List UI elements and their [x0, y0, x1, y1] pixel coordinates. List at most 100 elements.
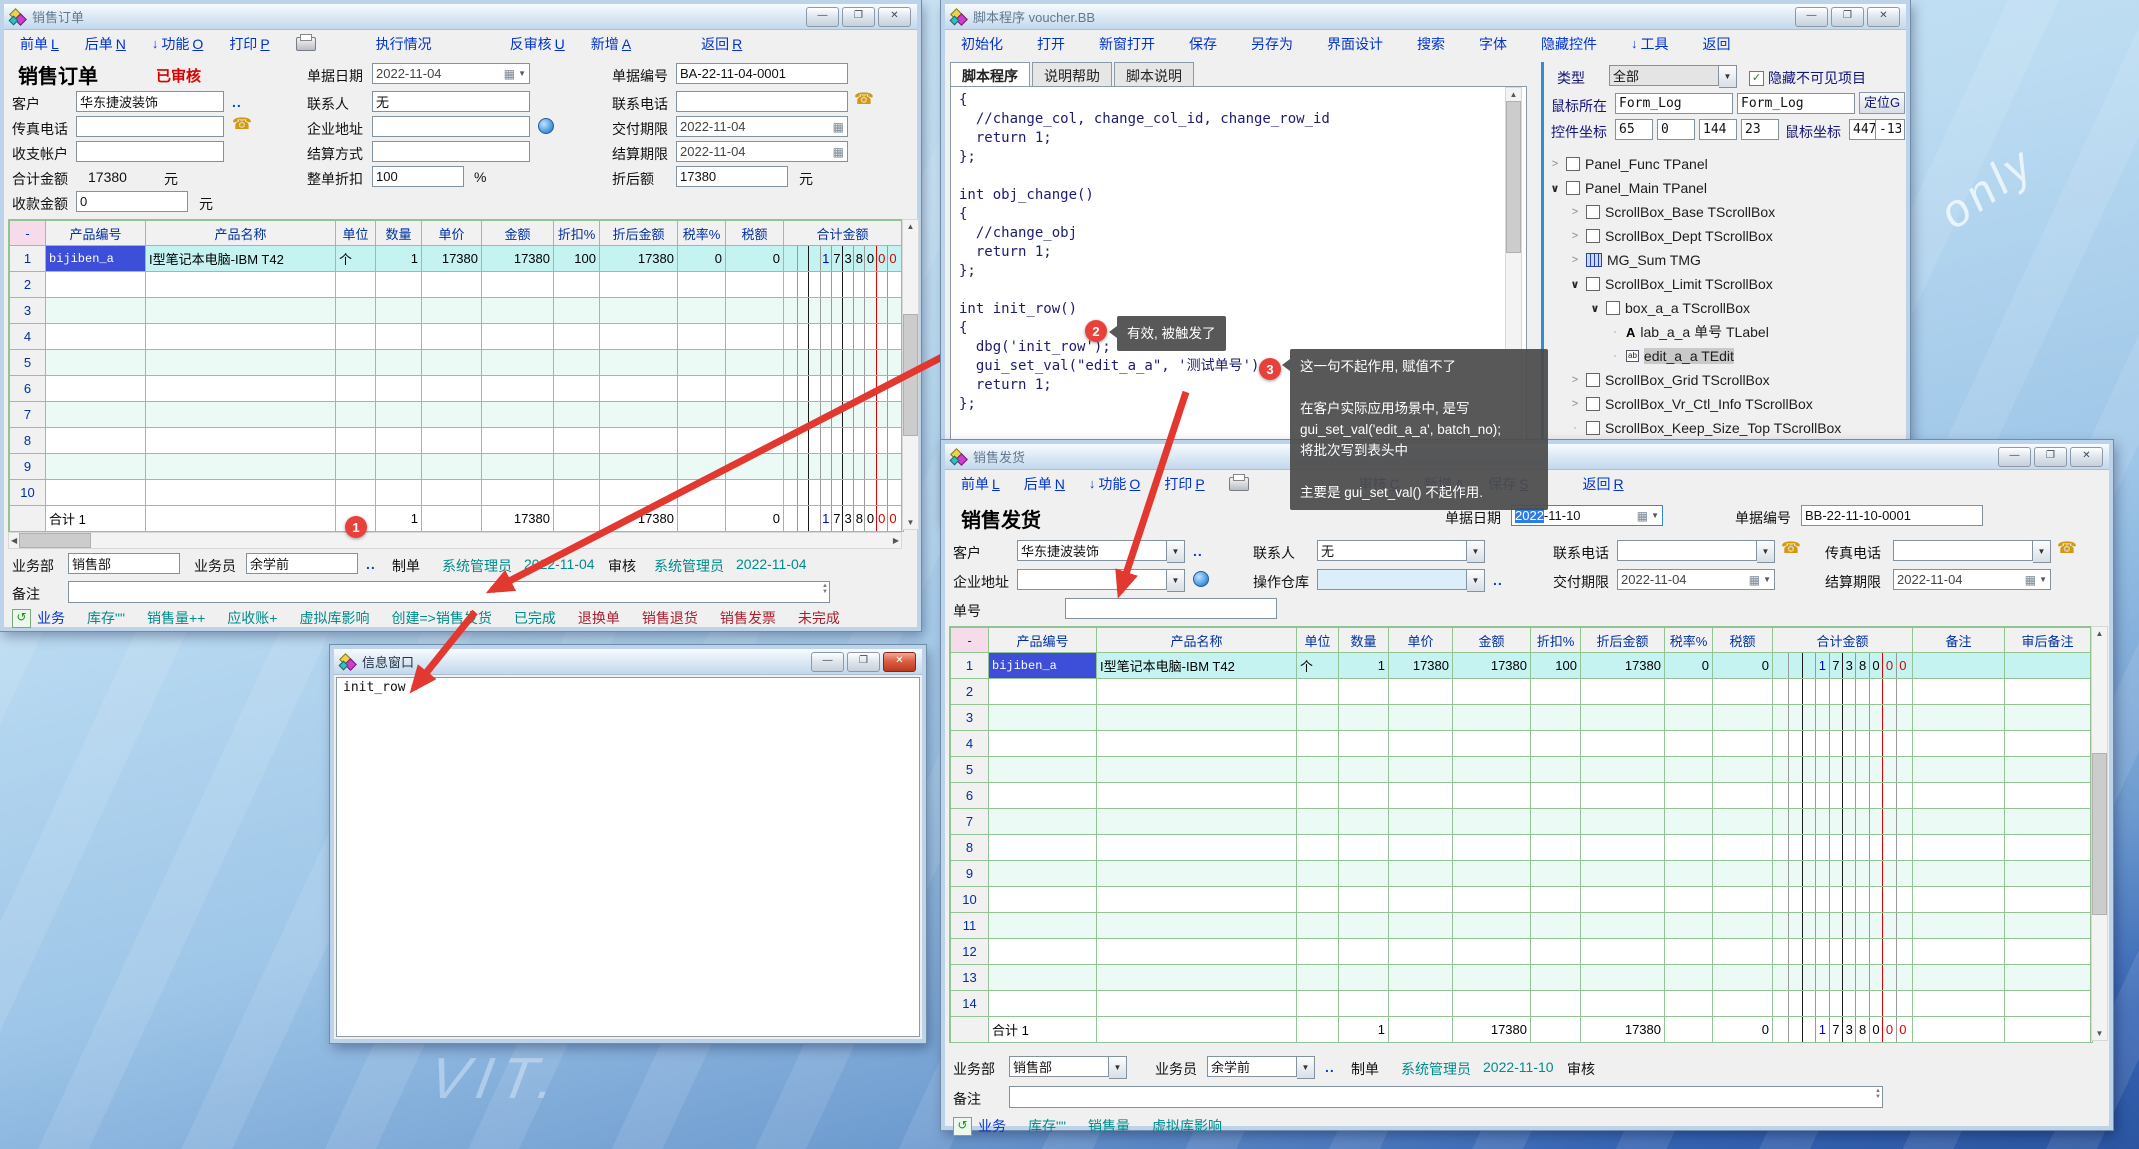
grid-cell[interactable]: 12 [951, 939, 989, 965]
grid-cell[interactable] [376, 454, 422, 480]
grid-cell[interactable] [1665, 913, 1713, 939]
grid-cell[interactable]: 100 [1531, 653, 1581, 679]
maximize-button[interactable]: ❐ [842, 7, 875, 27]
grid-cell[interactable] [422, 402, 482, 428]
grid-cell[interactable] [1531, 887, 1581, 913]
grid-cell[interactable] [1339, 991, 1389, 1017]
grid-cell[interactable] [784, 428, 902, 454]
grid-vertical-scrollbar[interactable]: ▲ ▼ [2091, 626, 2108, 1041]
toolbar-item[interactable]: 搜索 [1417, 34, 1445, 54]
grid-cell[interactable] [1339, 887, 1389, 913]
grid-cell[interactable]: 1 [951, 653, 989, 679]
message-area[interactable]: init_row [336, 677, 920, 1037]
grid-cell[interactable] [678, 480, 726, 506]
grid-cell[interactable] [482, 272, 554, 298]
coord-y[interactable] [1657, 119, 1695, 140]
grid-cell[interactable] [1773, 861, 1913, 887]
grid-cell[interactable] [1453, 679, 1531, 705]
grid-cell[interactable] [1913, 991, 2005, 1017]
tree-item[interactable]: >ScrollBox_Grid TScrollBox [1547, 368, 1907, 392]
grid-cell[interactable] [1713, 887, 1773, 913]
grid-cell[interactable] [1665, 731, 1713, 757]
grid-cell[interactable] [1453, 783, 1531, 809]
chevron-down-icon[interactable]: ▼ [1467, 540, 1485, 563]
grid-cell[interactable] [1339, 731, 1389, 757]
grid-cell[interactable] [1453, 939, 1531, 965]
grid-cell[interactable]: 0 [726, 246, 784, 272]
grid-cell[interactable]: 8 [10, 428, 46, 454]
refresh-icon[interactable]: ↺ [953, 1117, 972, 1136]
grid-cell[interactable] [678, 298, 726, 324]
grid-cell[interactable] [1713, 783, 1773, 809]
grid-cell[interactable] [1913, 1017, 2005, 1043]
tree-item[interactable]: ·Alab_a_a 单号 TLabel [1547, 320, 1907, 344]
toolbar-item[interactable]: 隐藏控件 [1541, 34, 1597, 54]
grid-cell[interactable]: 1738000 [1773, 1017, 1913, 1043]
grid-cell[interactable] [1581, 913, 1665, 939]
grid-cell[interactable] [600, 376, 678, 402]
grid-cell[interactable] [726, 324, 784, 350]
grid-cell[interactable] [1913, 809, 2005, 835]
grid-cell[interactable]: 1 [1339, 653, 1389, 679]
close-button[interactable]: ✕ [878, 7, 911, 27]
doc-no-input[interactable] [1801, 505, 1983, 526]
grid-cell[interactable] [336, 376, 376, 402]
grid-cell[interactable] [1913, 939, 2005, 965]
grid-cell[interactable] [1665, 991, 1713, 1017]
grid-cell[interactable] [376, 324, 422, 350]
grid-cell[interactable]: 0 [1713, 1017, 1773, 1043]
tab-help[interactable]: 说明帮助 [1032, 62, 1112, 89]
expander-icon[interactable]: > [1549, 158, 1561, 170]
grid-cell[interactable] [2005, 1017, 2091, 1043]
grid-cell[interactable]: 5 [10, 350, 46, 376]
tab-desc[interactable]: 脚本说明 [1114, 62, 1194, 89]
grid-cell[interactable]: 17380 [482, 506, 554, 532]
grid-cell[interactable]: 13 [951, 965, 989, 991]
grid-cell[interactable] [1581, 731, 1665, 757]
grid-cell[interactable] [600, 298, 678, 324]
deliver-input[interactable]: 2022-11-04▦▼ [1617, 569, 1775, 590]
grid-cell[interactable] [1713, 965, 1773, 991]
grid-cell[interactable] [422, 350, 482, 376]
chevron-down-icon[interactable]: ▼ [1757, 540, 1775, 563]
grid-cell[interactable] [600, 272, 678, 298]
grid-cell[interactable] [1773, 731, 1913, 757]
person-picker[interactable]: .. [1325, 1059, 1335, 1075]
grid-cell[interactable]: bijiben_a [989, 653, 1097, 679]
grid-cell[interactable] [1713, 939, 1773, 965]
grid-cell[interactable] [1339, 861, 1389, 887]
grid-cell[interactable] [46, 350, 146, 376]
grid-cell[interactable] [1913, 757, 2005, 783]
grid-cell[interactable] [784, 454, 902, 480]
grid-cell[interactable]: I型笔记本电脑-IBM T42 [1097, 653, 1297, 679]
address-select[interactable]: ▼ [1017, 569, 1185, 592]
grid-cell[interactable] [46, 324, 146, 350]
grid-cell[interactable] [554, 454, 600, 480]
status-link[interactable]: 虚拟库影响 [300, 610, 370, 626]
toolbar-item[interactable]: 执行情况 [376, 34, 432, 54]
locate-button[interactable]: 定位G [1859, 92, 1905, 114]
expander-icon[interactable]: > [1569, 254, 1581, 266]
grid-cell[interactable] [376, 428, 422, 454]
grid-cell[interactable] [1297, 809, 1339, 835]
fax-select[interactable]: ▼ [1893, 540, 2051, 563]
grid-cell[interactable] [146, 272, 336, 298]
grid-cell[interactable] [482, 350, 554, 376]
toolbar-item[interactable]: 字体 [1479, 34, 1507, 54]
grid-cell[interactable] [600, 480, 678, 506]
grid-cell[interactable] [1453, 913, 1531, 939]
close-button[interactable]: ✕ [883, 652, 916, 672]
contact-select[interactable]: ▼ [1317, 540, 1485, 563]
grid-cell[interactable] [1339, 679, 1389, 705]
grid-cell[interactable] [336, 454, 376, 480]
scrollbar-thumb[interactable] [1506, 101, 1521, 253]
dept-input[interactable] [68, 553, 180, 574]
tree-item[interactable]: >ScrollBox_Dept TScrollBox [1547, 224, 1907, 248]
grid-cell[interactable] [1389, 783, 1453, 809]
grid-cell[interactable]: 14 [951, 991, 989, 1017]
grid-cell[interactable] [1453, 705, 1531, 731]
grid-cell[interactable] [1713, 679, 1773, 705]
grid-cell[interactable] [1297, 757, 1339, 783]
grid-cell[interactable] [482, 428, 554, 454]
close-button[interactable]: ✕ [1867, 7, 1900, 27]
